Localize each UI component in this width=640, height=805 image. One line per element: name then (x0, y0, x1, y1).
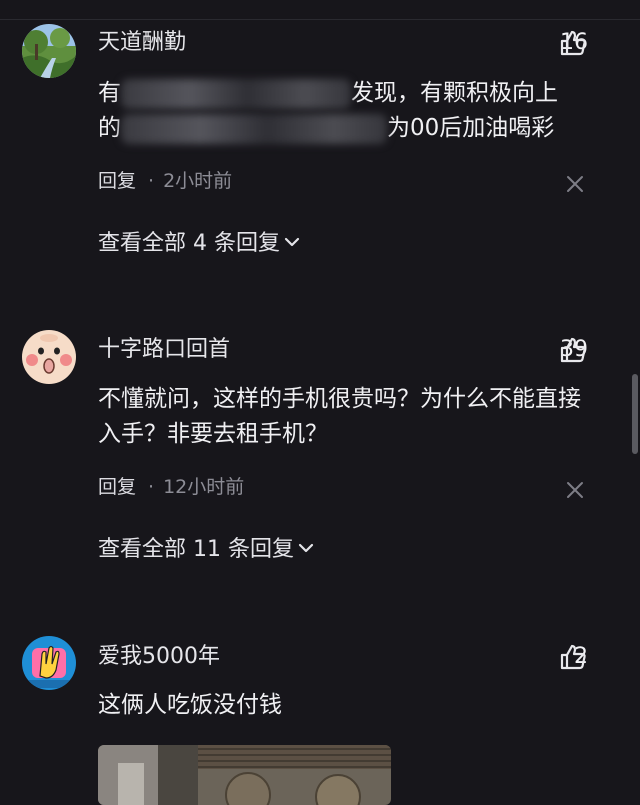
thumbs-up-icon[interactable] (559, 336, 587, 364)
username[interactable]: 爱我5000年 (98, 643, 220, 671)
username[interactable]: 十字路口回首 (98, 336, 230, 364)
landscape-avatar-icon (22, 24, 76, 78)
comment-text-start: 的 (98, 115, 121, 141)
cartoon-face-avatar-icon (22, 330, 76, 384)
comment-meta: 回复 · 12小时前 (98, 475, 244, 499)
reply-button[interactable]: 回复 (98, 170, 136, 192)
thumbs-up-icon[interactable] (559, 643, 587, 671)
thumbs-up-icon[interactable] (559, 29, 587, 57)
view-all-replies-button[interactable]: 查看全部 11 条回复 (98, 536, 314, 564)
view-all-replies-label: 查看全部 4 条回复 (98, 231, 280, 256)
username[interactable]: 天道酬勤 (98, 29, 186, 57)
comment-text: 有 发现，有颗积极向上 的 为00后加油喝彩 (98, 76, 598, 146)
attached-photo-image (98, 745, 391, 805)
close-icon[interactable] (566, 481, 584, 499)
comment-text-start: 有 (98, 80, 121, 106)
view-all-replies-button[interactable]: 查看全部 4 条回复 (98, 230, 300, 258)
user-avatar[interactable] (22, 636, 76, 690)
user-avatar[interactable] (22, 24, 76, 78)
reply-button[interactable]: 回复 (98, 476, 136, 498)
chevron-down-icon (284, 237, 300, 247)
comment-time: 12小时前 (163, 476, 245, 498)
comment-text: 不懂就问，这样的手机很贵吗？为什么不能直接入手？非要去租手机？ (98, 386, 581, 447)
hand-logo-avatar-icon (22, 636, 76, 690)
comment-time: 2小时前 (163, 170, 233, 192)
attached-photo[interactable] (98, 745, 391, 805)
redacted-text (121, 113, 387, 144)
chevron-down-icon (298, 543, 314, 553)
separator-dot: · (148, 170, 155, 192)
view-all-replies-label: 查看全部 11 条回复 (98, 537, 294, 562)
redacted-text (121, 78, 351, 109)
top-divider (0, 19, 640, 20)
user-avatar[interactable] (22, 330, 76, 384)
scrollbar-thumb[interactable] (632, 374, 638, 454)
close-icon[interactable] (566, 175, 584, 193)
comment-text-end: 为00后加油喝彩 (387, 115, 555, 141)
separator-dot: · (148, 476, 155, 498)
comment-text: 这俩人吃饭没付钱 (98, 692, 282, 718)
comment-text-end: 发现，有颗积极向上 (351, 80, 558, 106)
comment-meta: 回复 · 2小时前 (98, 169, 232, 193)
